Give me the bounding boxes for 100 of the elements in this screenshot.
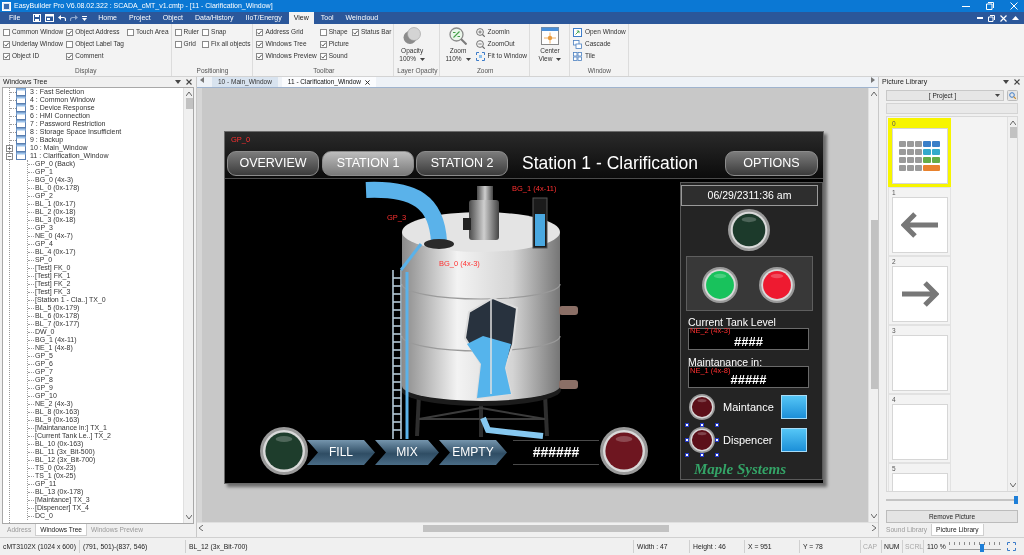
brand-logo: Maple Systems [694, 461, 787, 478]
cascade-icon [572, 39, 582, 49]
vertical-scrollbar[interactable] [183, 88, 193, 523]
checkbox[interactable] [319, 40, 327, 48]
checkbox[interactable] [66, 28, 74, 36]
left-arrow-image [901, 211, 939, 239]
datetime-display: 06/29/2311:36 am [681, 185, 818, 206]
readout-label: Current Tank Level [688, 316, 776, 328]
keypad-image [899, 141, 941, 171]
selection-handle[interactable] [715, 438, 719, 442]
fit-to-window-icon[interactable] [1007, 542, 1016, 551]
window-icon[interactable] [45, 14, 55, 22]
caret-icon[interactable] [175, 80, 181, 84]
selection-handle[interactable] [715, 423, 719, 427]
checkbox[interactable] [66, 40, 74, 48]
process-step-button[interactable]: FILL [307, 440, 375, 465]
vertical-scrollbar[interactable] [1007, 117, 1017, 491]
selection-handle[interactable] [685, 438, 689, 442]
customize-caret-icon[interactable] [82, 15, 88, 21]
expander-icon[interactable] [6, 144, 13, 152]
caret-icon [465, 57, 471, 61]
filter-field[interactable] [886, 103, 1018, 114]
checkbox[interactable] [3, 40, 10, 48]
indicator-lamp-icon [689, 394, 715, 420]
undo-icon[interactable] [58, 15, 67, 21]
screen-title: Station 1 - Clarification [522, 152, 700, 175]
scroll-down-icon[interactable] [185, 515, 192, 519]
zoom-out-icon [475, 39, 485, 49]
save-icon[interactable] [33, 14, 42, 22]
picture-thumbnail [892, 335, 948, 391]
picture-thumbnail [892, 404, 948, 460]
scroll-right-icon[interactable] [872, 525, 876, 531]
toggle-switch[interactable] [781, 428, 807, 452]
open-window-icon [572, 27, 582, 37]
vertical-scrollbar[interactable] [868, 88, 878, 522]
selection-handle[interactable] [715, 453, 719, 457]
checkbox[interactable] [351, 28, 359, 36]
scrollbar-thumb[interactable] [423, 524, 669, 532]
caret-icon [556, 57, 562, 61]
horizontal-scrollbar[interactable] [197, 522, 878, 533]
checkbox[interactable] [174, 28, 182, 36]
switch-label: Dispencer [723, 433, 773, 447]
search-icon[interactable] [1007, 90, 1018, 101]
scrollbar-thumb[interactable] [1009, 127, 1017, 138]
checkbox[interactable] [202, 28, 210, 36]
tile-icon [572, 51, 582, 61]
scroll-up-icon[interactable] [185, 92, 192, 96]
collapse-ribbon-icon[interactable] [1012, 16, 1019, 20]
toggle-switch[interactable] [781, 395, 807, 419]
process-step-button[interactable]: MIX [375, 440, 439, 465]
close-icon[interactable] [186, 79, 192, 85]
options-button[interactable]: OPTIONS [725, 151, 818, 176]
selection-handle[interactable] [700, 453, 704, 457]
scrollbar-thumb[interactable] [185, 98, 193, 109]
slider-thumb[interactable] [980, 543, 985, 552]
close-icon[interactable] [365, 79, 371, 85]
checkbox[interactable] [3, 28, 10, 36]
checkbox[interactable] [256, 52, 264, 60]
checkbox[interactable] [3, 52, 10, 60]
scroll-up-icon[interactable] [870, 92, 877, 96]
process-step-button[interactable]: EMPTY [439, 440, 507, 465]
scroll-down-icon[interactable] [870, 514, 877, 518]
restore-icon[interactable] [986, 2, 994, 10]
slider-thumb[interactable] [1014, 496, 1018, 504]
scroll-up-icon[interactable] [1009, 121, 1016, 125]
nav-button[interactable]: STATION 2 [416, 151, 508, 176]
center-view-icon [540, 27, 559, 45]
checkbox[interactable] [256, 28, 264, 36]
checkbox[interactable] [66, 52, 74, 60]
redo-icon[interactable] [70, 15, 79, 21]
size-slider[interactable] [886, 496, 1018, 504]
selection-handle[interactable] [685, 453, 689, 457]
restore-icon[interactable] [988, 14, 995, 22]
scroll-right-icon[interactable] [871, 77, 875, 83]
caret-icon [419, 57, 425, 61]
selection-handle[interactable] [700, 423, 704, 427]
counter-display: ###### [513, 440, 599, 465]
scroll-left-icon[interactable] [200, 77, 204, 83]
zoom-icon [449, 27, 467, 45]
scroll-down-icon[interactable] [1009, 483, 1016, 487]
checkbox[interactable] [256, 40, 264, 48]
switch-label: Maintance [723, 400, 774, 414]
scrollbar-thumb[interactable] [870, 220, 878, 389]
opacity-icon [403, 27, 422, 45]
checkbox[interactable] [319, 52, 327, 60]
minimize-icon[interactable] [962, 5, 970, 7]
readout-label: Maintanance in: [688, 356, 763, 368]
checkbox[interactable] [319, 28, 327, 36]
checkbox[interactable] [202, 40, 210, 48]
checkbox[interactable] [126, 28, 134, 36]
close-icon[interactable] [1014, 79, 1020, 85]
scroll-left-icon[interactable] [199, 525, 203, 531]
app-icon [2, 1, 11, 11]
expander-icon[interactable] [6, 152, 13, 160]
checkbox[interactable] [174, 40, 182, 48]
right-arrow-image [901, 280, 939, 308]
selection-handle[interactable] [685, 423, 689, 427]
caret-icon[interactable] [1003, 80, 1009, 84]
nav-button[interactable]: OVERVIEW [227, 151, 319, 176]
caret-icon [995, 94, 1000, 97]
